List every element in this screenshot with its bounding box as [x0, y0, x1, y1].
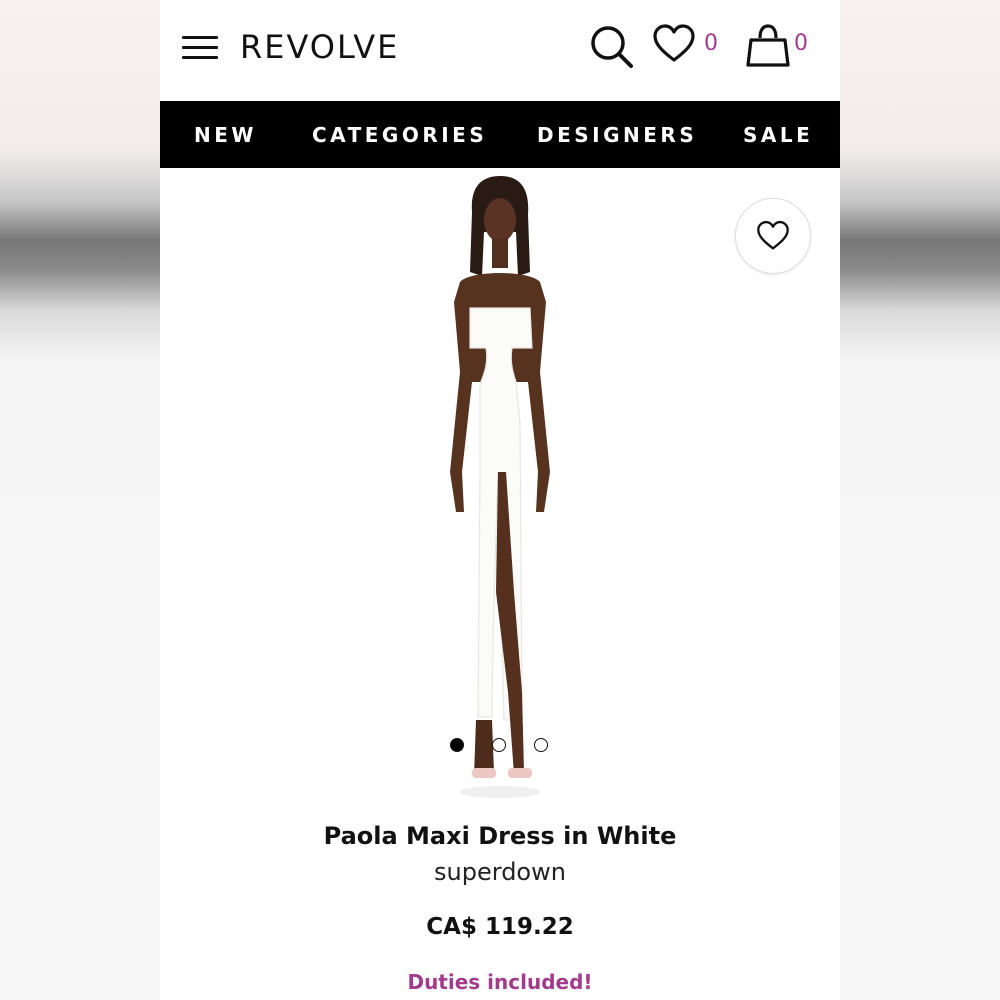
carousel-dot-3[interactable] — [534, 738, 548, 752]
nav-item-new[interactable]: NEW — [194, 123, 257, 147]
logo[interactable]: REVOLVE — [240, 28, 399, 66]
image-carousel-dots — [448, 738, 558, 754]
shopping-bag-icon[interactable] — [746, 22, 790, 73]
backdrop-right — [840, 0, 1000, 1000]
search-icon[interactable] — [588, 24, 636, 75]
product-image[interactable] — [400, 172, 600, 812]
nav-item-designers[interactable]: DESIGNERS — [537, 123, 697, 147]
header: REVOLVE 0 0 — [160, 0, 840, 100]
heart-outline-icon — [757, 220, 789, 250]
cart-count: 0 — [794, 31, 808, 56]
add-to-wishlist-button[interactable] — [735, 198, 811, 274]
menu-icon[interactable] — [182, 36, 220, 62]
carousel-dot-2[interactable] — [492, 738, 506, 752]
product-brand-link[interactable]: superdown — [160, 858, 840, 886]
nav-item-categories[interactable]: CATEGORIES — [312, 123, 487, 147]
wishlist-count: 0 — [704, 31, 718, 56]
duties-note: Duties included! — [407, 970, 593, 994]
wishlist-heart-icon[interactable] — [652, 24, 696, 69]
backdrop-left — [0, 0, 160, 1000]
product-title: Paola Maxi Dress in White — [323, 822, 677, 850]
app-screen: REVOLVE 0 0 NEW CATEGORIES DESIGNERS SAL… — [160, 0, 840, 1000]
carousel-dot-1[interactable] — [450, 738, 464, 752]
nav-item-sale[interactable]: SALE — [743, 123, 813, 147]
product-price: CA$ 119.22 — [426, 914, 574, 940]
main-nav: NEW CATEGORIES DESIGNERS SALE — [160, 101, 840, 168]
